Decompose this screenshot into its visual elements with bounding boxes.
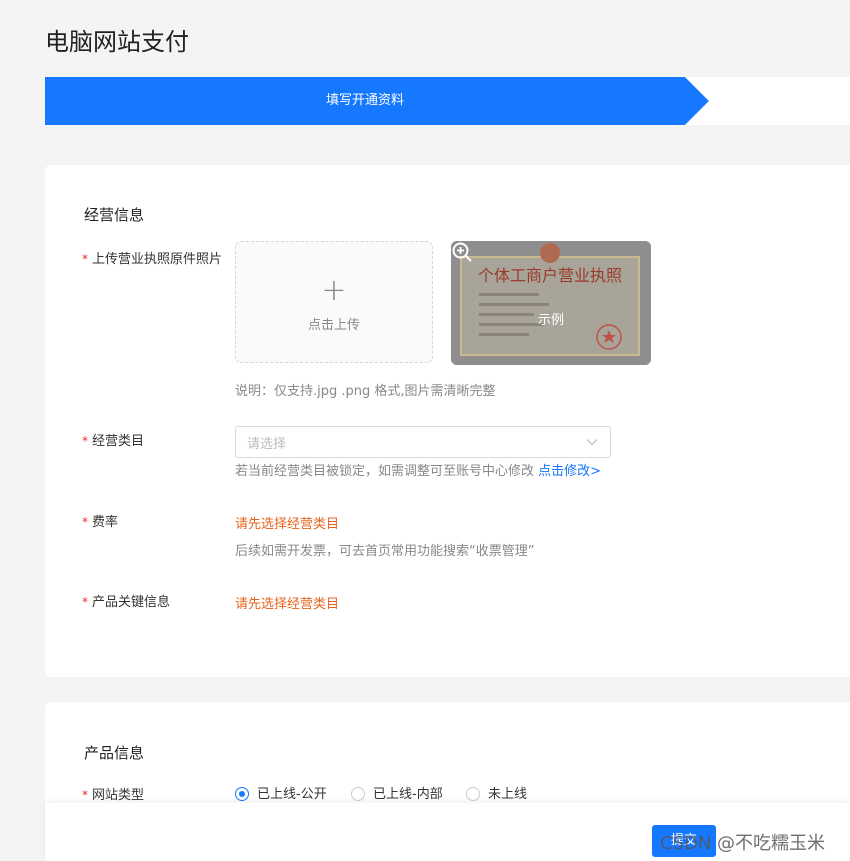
chevron-down-icon: [586, 439, 598, 446]
upload-license-label: * 上传营业执照原件照片: [82, 252, 223, 267]
fee-hint: 后续如需开发票，可去首页常用功能搜索“收票管理”: [235, 544, 535, 559]
plus-icon: +: [321, 273, 347, 308]
required-mark: *: [82, 252, 88, 266]
category-placeholder: 请选择: [247, 437, 287, 452]
step-1-label[interactable]: 填写开通资料: [45, 77, 685, 125]
license-example-image: 个体工商户营业执照: [451, 241, 651, 365]
business-info-card: 经营信息 * 上传营业执照原件照片 + 点击上传 个体工商户营业执照 示例 说明：…: [45, 165, 850, 677]
key-info-label: * 产品关键信息: [82, 595, 171, 610]
upload-license-button[interactable]: + 点击上传: [235, 241, 433, 363]
edit-category-link[interactable]: 点击修改>: [538, 464, 601, 479]
upload-text: 点击上传: [307, 318, 360, 333]
radio-online-internal[interactable]: 已上线-内部: [351, 786, 443, 804]
step-progress-bar: 填写开通资料: [45, 77, 850, 125]
required-mark: *: [82, 788, 88, 802]
required-mark: *: [82, 595, 88, 609]
key-info-warning: 请先选择经营类目: [235, 597, 340, 612]
radio-unchecked-icon: [466, 786, 480, 801]
category-hint: 若当前经营类目被锁定，如需调整可至账号中心修改 点击修改>: [235, 464, 602, 479]
category-label: * 经营类目: [82, 434, 145, 449]
example-label: 示例: [537, 313, 564, 328]
required-mark: *: [82, 515, 88, 529]
radio-unchecked-icon: [351, 786, 365, 801]
section-title-business: 经营信息: [84, 206, 145, 224]
fee-label: * 费率: [82, 515, 119, 530]
category-select[interactable]: 请选择: [235, 426, 611, 458]
fee-warning: 请先选择经营类目: [235, 517, 340, 532]
license-example-preview[interactable]: 个体工商户营业执照 示例: [451, 241, 651, 365]
radio-not-online[interactable]: 未上线: [466, 786, 527, 804]
section-title-product: 产品信息: [84, 744, 145, 762]
radio-checked-icon: [235, 786, 249, 801]
required-mark: *: [82, 434, 88, 448]
zoom-in-icon[interactable]: [451, 241, 473, 263]
page-title: 电脑网站支付: [45, 28, 189, 56]
cert-title: 个体工商户营业执照: [478, 266, 622, 285]
upload-note: 说明：仅支持.jpg .png 格式,图片需清晰完整: [235, 384, 496, 399]
radio-online-public[interactable]: 已上线-公开: [235, 786, 327, 804]
watermark-text: CSDN @不吃糯玉米: [660, 833, 826, 854]
